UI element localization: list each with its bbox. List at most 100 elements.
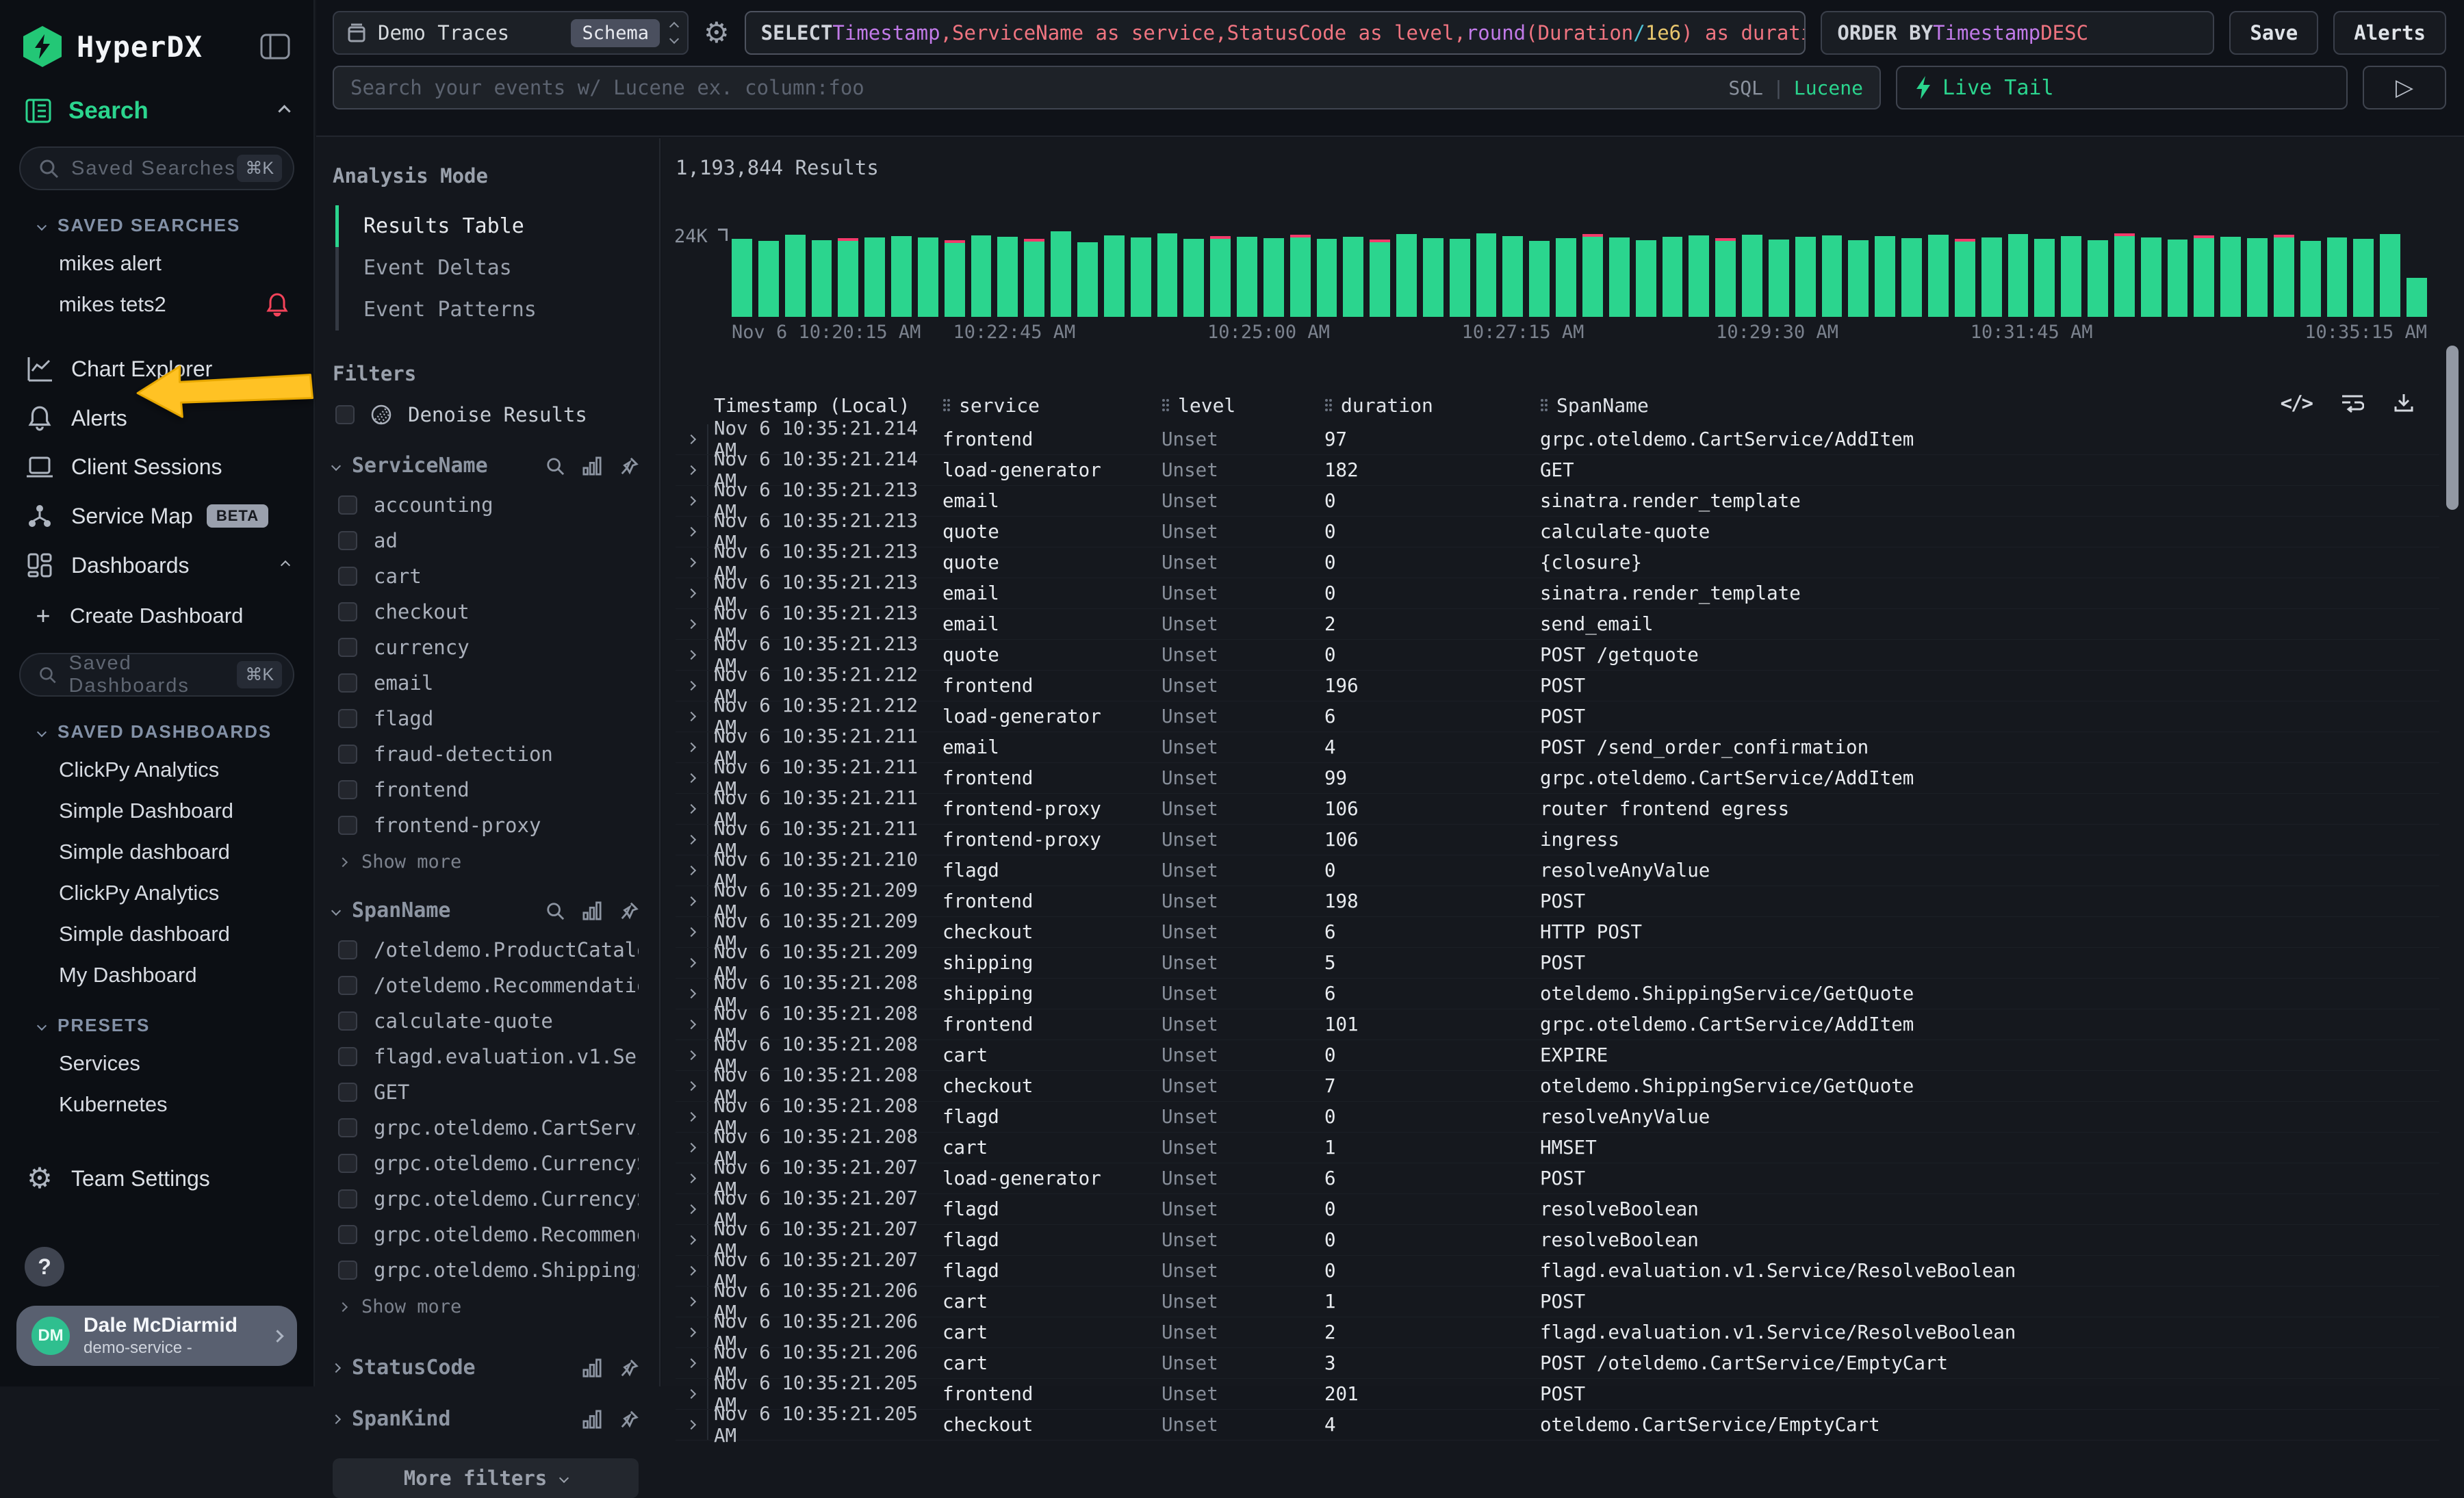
histogram-bar[interactable] — [2274, 235, 2294, 317]
histogram-bar[interactable] — [1237, 237, 1257, 317]
histogram-bar[interactable] — [2114, 233, 2135, 317]
histogram-bar[interactable] — [2300, 241, 2321, 317]
filter-checkbox-item[interactable]: frontend — [333, 772, 639, 808]
search-icon[interactable] — [546, 456, 565, 476]
row-expand-chevron[interactable] — [676, 640, 708, 670]
filter-group-spankind[interactable]: SpanKind — [333, 1407, 639, 1431]
column-header-timestamp[interactable]: Timestamp (Local) — [708, 394, 942, 417]
row-expand-chevron[interactable] — [676, 517, 708, 547]
pin-icon[interactable] — [619, 456, 639, 476]
drag-handle-icon[interactable] — [1162, 398, 1170, 412]
histogram-bar[interactable] — [1104, 235, 1125, 317]
table-row[interactable]: Nov 6 10:35:21.205 AM checkout Unset 4 o… — [676, 1410, 2439, 1441]
row-expand-chevron[interactable] — [676, 1256, 708, 1286]
checkbox[interactable] — [338, 602, 357, 621]
checkbox[interactable] — [338, 976, 357, 995]
filter-checkbox-item[interactable]: flagd.evaluation.v1.Ser… — [333, 1039, 639, 1074]
filter-checkbox-item[interactable]: /oteldemo.Recommendatio… — [333, 968, 639, 1003]
histogram-bar[interactable] — [1476, 233, 1497, 317]
sidebar-item-dashboards[interactable]: Dashboards — [0, 541, 313, 590]
row-expand-chevron[interactable] — [676, 547, 708, 578]
histogram-bar[interactable] — [1689, 235, 1709, 317]
row-expand-chevron[interactable] — [676, 825, 708, 855]
row-expand-chevron[interactable] — [676, 701, 708, 732]
histogram-bar[interactable] — [2088, 240, 2108, 318]
saved-dashboard-item[interactable]: Simple dashboard — [0, 831, 313, 873]
drag-handle-icon[interactable] — [1540, 398, 1548, 412]
chevron-up-icon[interactable] — [281, 560, 290, 570]
row-expand-chevron[interactable] — [676, 1379, 708, 1409]
query-language-toggle[interactable]: SQL | Lucene — [1728, 77, 1863, 99]
filter-checkbox-item[interactable]: calculate-quote — [333, 1003, 639, 1039]
live-tail-button[interactable]: Live Tail — [1896, 66, 2348, 109]
filter-checkbox-item[interactable]: ad — [333, 523, 639, 558]
source-select[interactable]: Demo Traces Schema — [333, 11, 689, 55]
bar-chart-icon[interactable] — [582, 901, 602, 920]
histogram-bar[interactable] — [1582, 234, 1603, 317]
histogram-bar[interactable] — [2194, 235, 2214, 317]
filter-checkbox-item[interactable]: checkout — [333, 594, 639, 630]
saved-search-item[interactable]: mikes tets2 — [0, 284, 313, 325]
filter-checkbox-item[interactable]: fraud-detection — [333, 736, 639, 772]
row-expand-chevron[interactable] — [676, 979, 708, 1009]
checkbox[interactable] — [338, 1261, 357, 1280]
histogram-bar[interactable] — [1077, 242, 1098, 317]
histogram-bar[interactable] — [2407, 278, 2427, 317]
histogram-bar[interactable] — [971, 235, 992, 317]
spanname-show-more[interactable]: Show more — [333, 1288, 639, 1326]
checkbox[interactable] — [338, 1011, 357, 1031]
checkbox[interactable] — [338, 531, 357, 550]
filter-group-spanname[interactable]: SpanName — [333, 899, 639, 922]
row-expand-chevron[interactable] — [676, 609, 708, 639]
alerts-button[interactable]: Alerts — [2333, 11, 2446, 55]
column-header-level[interactable]: level — [1162, 394, 1324, 417]
filter-group-statuscode[interactable]: StatusCode — [333, 1356, 639, 1380]
wrap-text-icon[interactable] — [2341, 393, 2364, 413]
bar-chart-icon[interactable] — [582, 1358, 602, 1378]
pin-icon[interactable] — [619, 1410, 639, 1429]
histogram-bar[interactable] — [1131, 237, 1151, 317]
row-expand-chevron[interactable] — [676, 1348, 708, 1378]
preset-item[interactable]: Kubernetes — [0, 1084, 313, 1125]
filter-checkbox-item[interactable]: GET — [333, 1074, 639, 1110]
histogram-bar[interactable] — [1901, 238, 1922, 317]
source-settings-gear-icon[interactable]: ⚙ — [704, 18, 730, 47]
histogram-bar[interactable] — [1024, 239, 1044, 317]
checkbox[interactable] — [338, 673, 357, 693]
histogram-bar[interactable] — [2168, 240, 2188, 317]
filter-checkbox-item[interactable]: flagd — [333, 701, 639, 736]
row-expand-chevron[interactable] — [676, 1040, 708, 1070]
filter-checkbox-item[interactable]: grpc.oteldemo.Recommend… — [333, 1217, 639, 1252]
checkbox[interactable] — [338, 1189, 357, 1209]
histogram-bar[interactable] — [891, 236, 912, 317]
drag-handle-icon[interactable] — [1324, 398, 1333, 412]
mode-event-patterns[interactable]: Event Patterns — [339, 289, 639, 331]
row-expand-chevron[interactable] — [676, 578, 708, 608]
histogram-bar[interactable] — [1290, 235, 1311, 317]
histogram-bar[interactable] — [785, 235, 806, 317]
filter-checkbox-item[interactable]: grpc.oteldemo.CurrencyS… — [333, 1181, 639, 1217]
saved-searches-input[interactable]: Saved Searches ⌘K — [19, 146, 294, 190]
row-expand-chevron[interactable] — [676, 855, 708, 886]
histogram-bar[interactable] — [1370, 240, 1390, 317]
histogram-bar[interactable] — [838, 238, 858, 317]
preset-item[interactable]: Services — [0, 1043, 313, 1084]
histogram-bar[interactable] — [1742, 235, 1762, 317]
sidebar-item-service-map[interactable]: Service Map BETA — [0, 491, 313, 541]
user-card[interactable]: DM Dale McDiarmid demo-service - — [16, 1306, 297, 1366]
histogram-bar[interactable] — [1556, 238, 1576, 317]
row-expand-chevron[interactable] — [676, 1410, 708, 1440]
filter-checkbox-item[interactable]: currency — [333, 630, 639, 665]
column-header-duration[interactable]: duration — [1324, 394, 1540, 417]
histogram-bar[interactable] — [1396, 234, 1417, 317]
histogram-bar[interactable] — [1822, 235, 1843, 317]
histogram-bar[interactable] — [1051, 231, 1071, 317]
row-expand-chevron[interactable] — [676, 886, 708, 916]
sql-select-editor[interactable]: SELECT Timestamp, ServiceName as service… — [745, 11, 1806, 55]
search-input[interactable]: Search your events w/ Lucene ex. column:… — [333, 66, 1881, 109]
histogram-bar[interactable] — [997, 237, 1018, 317]
histogram-bar[interactable] — [1795, 237, 1816, 317]
histogram-bar[interactable] — [1210, 236, 1231, 317]
row-expand-chevron[interactable] — [676, 1009, 708, 1039]
bar-chart-icon[interactable] — [582, 1410, 602, 1429]
